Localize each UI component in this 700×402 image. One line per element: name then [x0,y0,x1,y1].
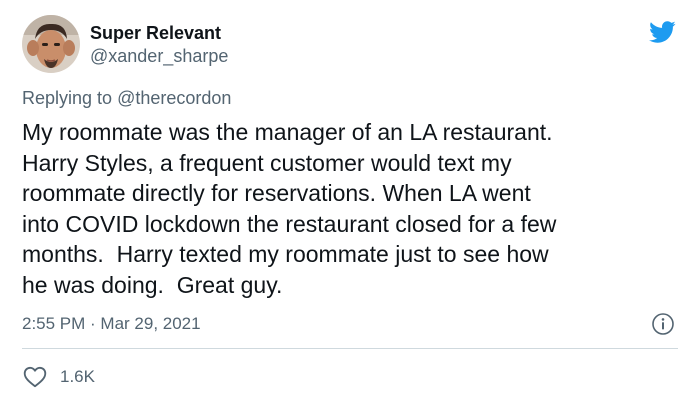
divider [22,348,678,349]
profile-photo [22,15,80,73]
reply-mention-link[interactable]: @therecordon [117,88,231,108]
replying-to: Replying to @therecordon [22,86,231,110]
info-icon[interactable] [651,312,675,336]
author-display-name[interactable]: Super Relevant [90,22,221,44]
twitter-bird-icon[interactable] [646,18,678,46]
avatar[interactable] [22,15,80,73]
tweet-timestamp[interactable]: 2:55 PM · Mar 29, 2021 [22,313,201,335]
tweet-card: Super Relevant @xander_sharpe Replying t… [0,0,700,402]
like-count: 1.6K [60,367,95,386]
author-handle[interactable]: @xander_sharpe [90,45,228,67]
tweet-text: My roommate was the manager of an LA res… [22,119,557,298]
replying-to-label: Replying to [22,88,118,108]
like-button[interactable]: 1.6K [22,364,95,390]
heart-icon [23,366,47,388]
